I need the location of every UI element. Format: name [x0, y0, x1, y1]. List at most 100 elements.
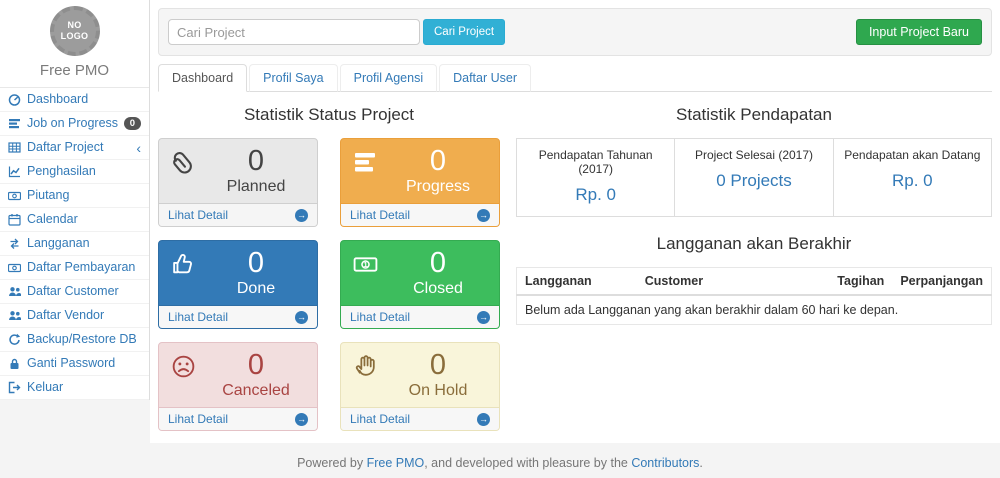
main-content: Cari Project Input Project Baru Dashboar… [150, 0, 1000, 443]
tab-profil-agensi[interactable]: Profil Agensi [340, 64, 437, 92]
sidebar-item-keluar[interactable]: Keluar [0, 376, 149, 399]
status-label: Canceled [195, 382, 317, 400]
lihat-detail-canceled[interactable]: Lihat Detail → [159, 407, 317, 430]
app-name: Free PMO [0, 62, 149, 79]
status-count: 0 [195, 241, 317, 278]
tab-profil-saya[interactable]: Profil Saya [249, 64, 337, 92]
status-label: On Hold [377, 382, 499, 400]
status-card-canceled: 0 Canceled Lihat Detail → [158, 342, 318, 431]
line-chart-icon [8, 165, 22, 178]
status-card-done: 0 Done Lihat Detail → [158, 240, 318, 329]
status-card-progress: 0 Progress Lihat Detail → [340, 138, 500, 227]
tab-bar: Dashboard Profil Saya Profil Agensi Daft… [158, 64, 992, 92]
status-section-title: Statistik Status Project [158, 105, 500, 125]
paperclip-icon [170, 149, 197, 181]
status-card-closed: 1 0 Closed Lihat Detail → [340, 240, 500, 329]
no-logo-badge: NO LOGO [50, 6, 100, 56]
repeat-icon [8, 237, 22, 250]
col-tagihan: Tagihan [826, 268, 892, 296]
table-icon [8, 141, 22, 154]
status-count: 0 [377, 343, 499, 380]
status-label: Closed [377, 280, 499, 298]
col-customer: Customer [637, 268, 826, 296]
sidebar-item-langganan[interactable]: Langganan [0, 232, 149, 255]
status-label: Done [195, 280, 317, 298]
job-count-badge: 0 [124, 117, 141, 131]
contributors-link[interactable]: Contributors [631, 456, 699, 470]
table-row: Belum ada Langganan yang akan berakhir d… [517, 295, 992, 325]
sidebar-item-penghasilan[interactable]: Penghasilan [0, 160, 149, 183]
status-count: 0 [195, 139, 317, 176]
income-stats: Pendapatan Tahunan (2017) Rp. 0 Project … [516, 138, 992, 217]
sidebar-item-dashboard[interactable]: Dashboard [0, 88, 149, 111]
col-perpanjangan: Perpanjangan [892, 268, 991, 296]
lihat-detail-done[interactable]: Lihat Detail → [159, 305, 317, 328]
lock-icon [8, 357, 22, 370]
dashboard-icon [8, 93, 22, 106]
svg-text:1: 1 [363, 260, 368, 269]
sidebar-item-job-on-progress[interactable]: Job on Progress 0 [0, 112, 149, 135]
search-input[interactable] [168, 19, 420, 45]
stat-value-link[interactable]: 0 Projects [716, 171, 792, 191]
lihat-detail-on-hold[interactable]: Lihat Detail → [341, 407, 499, 430]
logo-text: NO LOGO [59, 20, 91, 42]
arrow-circle-right-icon: → [477, 209, 490, 222]
status-count: 0 [195, 343, 317, 380]
brand: NO LOGO Free PMO [0, 0, 149, 88]
sidebar-item-daftar-vendor[interactable]: Daftar Vendor [0, 304, 149, 327]
stat-value-link[interactable]: Rp. 0 [575, 185, 616, 205]
subscription-table: Langganan Customer Tagihan Perpanjangan … [516, 267, 992, 325]
status-count: 0 [377, 241, 499, 278]
sidebar-item-piutang[interactable]: Piutang [0, 184, 149, 207]
money-icon: 1 [352, 251, 379, 283]
lihat-detail-closed[interactable]: Lihat Detail → [341, 305, 499, 328]
tab-dashboard[interactable]: Dashboard [158, 64, 247, 92]
arrow-circle-right-icon: → [477, 311, 490, 324]
lihat-detail-progress[interactable]: Lihat Detail → [341, 203, 499, 226]
money-icon [8, 261, 22, 274]
status-label: Progress [377, 178, 499, 196]
sign-out-icon [8, 381, 22, 394]
tab-daftar-user[interactable]: Daftar User [439, 64, 531, 92]
thumbs-up-icon [170, 251, 197, 283]
sidebar-item-daftar-project[interactable]: Daftar Project ‹ [0, 136, 149, 159]
refresh-icon [8, 333, 22, 346]
stat-project-selesai: Project Selesai (2017) 0 Projects [674, 139, 832, 216]
status-card-planned: 0 Planned Lihat Detail → [158, 138, 318, 227]
new-project-button[interactable]: Input Project Baru [856, 19, 982, 45]
empty-message: Belum ada Langganan yang akan berakhir d… [517, 295, 992, 325]
income-section: Statistik Pendapatan Pendapatan Tahunan … [516, 94, 992, 431]
status-section: Statistik Status Project 0 Planned Lihat… [158, 94, 500, 431]
users-icon [8, 309, 22, 322]
lihat-detail-planned[interactable]: Lihat Detail → [159, 203, 317, 226]
sidebar-item-daftar-customer[interactable]: Daftar Customer [0, 280, 149, 303]
sidebar-item-backup-restore[interactable]: Backup/Restore DB [0, 328, 149, 351]
money-icon [8, 189, 22, 202]
sidebar-menu: Dashboard Job on Progress 0 Daftar Proje… [0, 88, 149, 400]
status-count: 0 [377, 139, 499, 176]
status-card-on-hold: 0 On Hold Lihat Detail → [340, 342, 500, 431]
page-footer: Powered by Free PMO, and developed with … [0, 443, 1000, 478]
search-button[interactable]: Cari Project [423, 19, 505, 45]
free-pmo-link[interactable]: Free PMO [367, 456, 425, 470]
calendar-icon [8, 213, 22, 226]
sidebar: NO LOGO Free PMO Dashboard Job on Progre… [0, 0, 150, 400]
hand-icon [352, 353, 379, 385]
sidebar-item-daftar-pembayaran[interactable]: Daftar Pembayaran [0, 256, 149, 279]
sidebar-item-calendar[interactable]: Calendar [0, 208, 149, 231]
users-icon [8, 285, 22, 298]
chevron-left-icon: ‹ [136, 143, 141, 153]
col-langganan: Langganan [517, 268, 637, 296]
arrow-circle-right-icon: → [295, 311, 308, 324]
free-pmo-dashboard: NO LOGO Free PMO Dashboard Job on Progre… [0, 0, 1000, 478]
sidebar-item-ganti-password[interactable]: Ganti Password [0, 352, 149, 375]
tasks-icon [8, 117, 22, 130]
arrow-circle-right-icon: → [477, 413, 490, 426]
stat-pendapatan-tahunan: Pendapatan Tahunan (2017) Rp. 0 [517, 139, 674, 216]
status-label: Planned [195, 178, 317, 196]
arrow-circle-right-icon: → [295, 413, 308, 426]
stat-pendapatan-akan-datang: Pendapatan akan Datang Rp. 0 [833, 139, 991, 216]
stat-value-link[interactable]: Rp. 0 [892, 171, 933, 191]
income-section-title: Statistik Pendapatan [516, 105, 992, 125]
tasks-icon [352, 149, 378, 180]
